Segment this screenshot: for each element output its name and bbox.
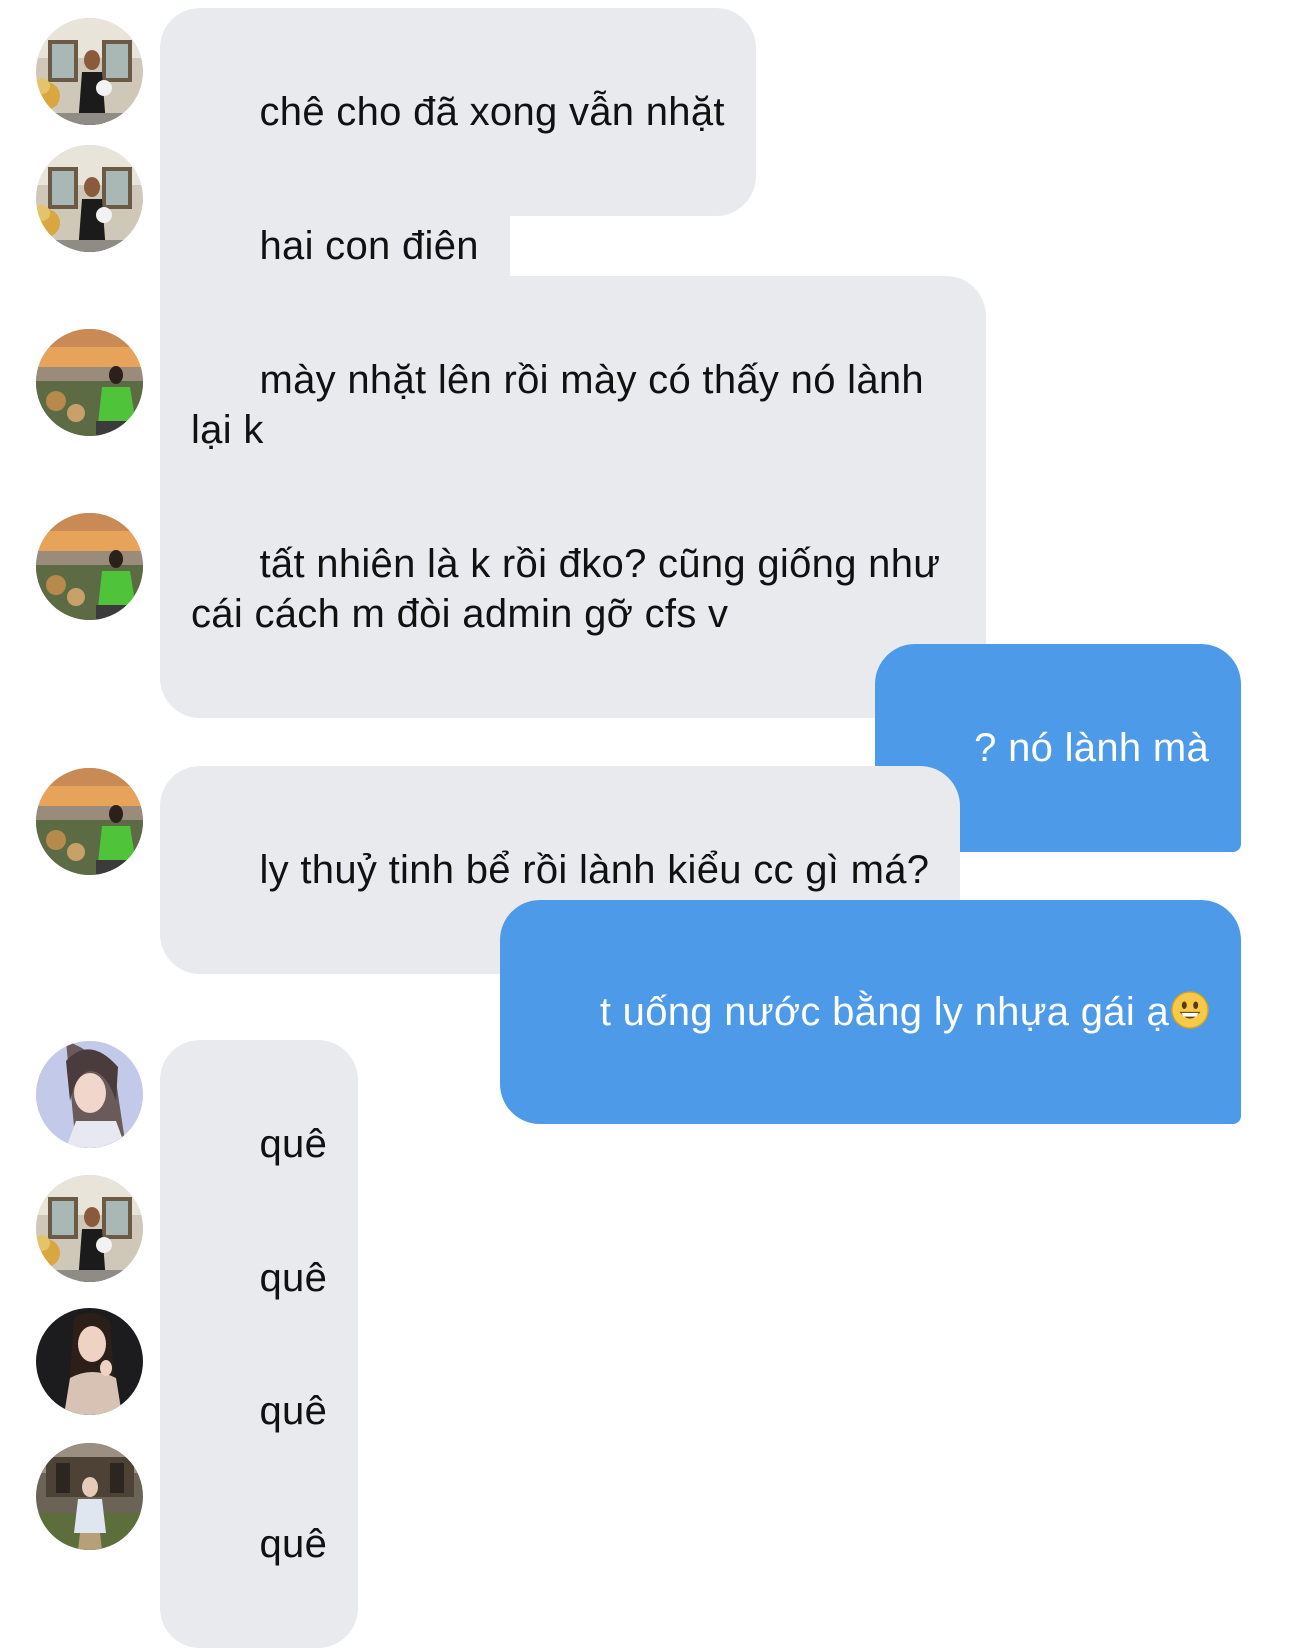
avatar-a-image (36, 1175, 143, 1282)
message-text: ? nó lành mà (974, 726, 1209, 770)
message-row: t uống nước bằng ly nhựa gái ạ (0, 900, 1290, 1124)
avatar[interactable] (36, 513, 143, 620)
message-row: quê (0, 1174, 1290, 1382)
message-row: ? nó lành mà (0, 644, 1290, 852)
grinning-face-icon (1171, 991, 1209, 1029)
message-row: mày nhặt lên rồi mày có thấy nó lành lại… (0, 276, 1290, 534)
avatar-b-image (36, 768, 143, 875)
avatar[interactable] (36, 1308, 143, 1415)
avatar-b-image (36, 329, 143, 436)
avatar-c-image (36, 1041, 143, 1148)
avatar[interactable] (36, 768, 143, 875)
avatar[interactable] (36, 1175, 143, 1282)
message-text: quê (259, 1256, 328, 1300)
message-text: tất nhiên là k rồi đko? cũng giống như c… (191, 542, 941, 636)
avatar-a-image (36, 18, 143, 125)
avatar-d-image (36, 1308, 143, 1415)
avatar-a-image (36, 145, 143, 252)
message-row: chê cho đã xong vẫn nhặt (0, 8, 1290, 216)
message-row: quê (0, 1040, 1290, 1248)
message-row: hai con điên (0, 142, 1290, 350)
message-text: ly thuỷ tinh bể rồi lành kiểu cc gì má? (259, 848, 930, 892)
avatar[interactable] (36, 18, 143, 125)
avatar[interactable] (36, 329, 143, 436)
message-row: quê (0, 1307, 1290, 1515)
message-text: chê cho đã xong vẫn nhặt (259, 90, 725, 134)
message-row: tất nhiên là k rồi đko? cũng giống như c… (0, 460, 1290, 718)
message-text: quê (259, 1522, 328, 1566)
avatar-b-image (36, 513, 143, 620)
message-text: mày nhặt lên rồi mày có thấy nó lành lại… (191, 358, 924, 452)
message-text: quê (259, 1122, 328, 1166)
message-text: t uống nước bằng ly nhựa gái ạ (599, 990, 1169, 1034)
message-text: quê (259, 1389, 328, 1433)
message-row: quê (0, 1440, 1290, 1648)
chat-thread[interactable]: chê cho đã xong vẫn nhặt hai con điên mà… (0, 0, 1290, 1648)
message-bubble-incoming[interactable]: quê (160, 1440, 359, 1648)
avatar[interactable] (36, 1443, 143, 1550)
avatar-e-image (36, 1443, 143, 1550)
message-row: ly thuỷ tinh bể rồi lành kiểu cc gì má? (0, 766, 1290, 974)
avatar[interactable] (36, 145, 143, 252)
message-text: hai con điên (259, 224, 479, 268)
avatar[interactable] (36, 1041, 143, 1148)
